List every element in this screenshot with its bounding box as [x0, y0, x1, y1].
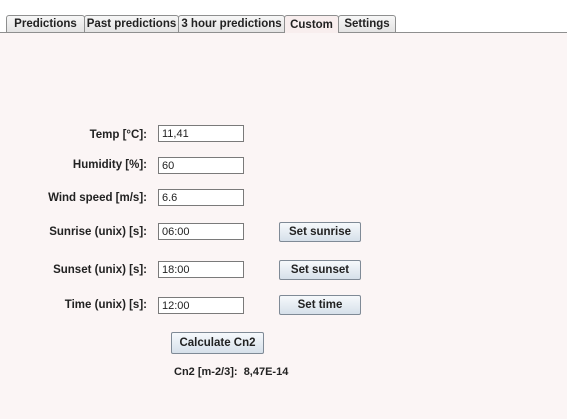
tab-custom[interactable]: Custom [284, 15, 339, 33]
custom-panel: Temp [°C]: Humidity [%]: Wind speed [m/s… [0, 32, 567, 419]
cn2-result-label: Cn2 [m-2/3]: [174, 366, 238, 378]
set-sunset-button[interactable]: Set sunset [279, 260, 361, 280]
tab-settings[interactable]: Settings [338, 15, 396, 32]
calculate-cn2-button[interactable]: Calculate Cn2 [171, 332, 264, 354]
sunset-field[interactable] [158, 261, 244, 278]
sunset-label: Sunset (unix) [s]: [53, 264, 147, 276]
sunrise-field[interactable] [158, 223, 244, 240]
cn2-result-value: 8,47E-14 [243, 366, 289, 378]
set-sunrise-button[interactable]: Set sunrise [279, 222, 361, 242]
tab-predictions[interactable]: Predictions [6, 15, 85, 32]
humidity-label: Humidity [%]: [72, 159, 147, 171]
humidity-field[interactable] [158, 157, 244, 174]
wind-speed-label: Wind speed [m/s]: [48, 192, 147, 204]
result-readout: Cn2 [m-2/3]: 8,47E-14 [174, 365, 288, 379]
wind-speed-field[interactable] [158, 189, 244, 206]
tab-bar: Predictions Past predictions 3 hour pred… [6, 15, 396, 33]
tab-past-predictions[interactable]: Past predictions [84, 15, 179, 32]
tab-3-hour-predictions[interactable]: 3 hour predictions [178, 15, 285, 32]
temp-label: Temp [°C]: [89, 129, 147, 141]
time-label: Time (unix) [s]: [64, 299, 147, 311]
temp-field[interactable] [158, 125, 244, 142]
sunrise-label: Sunrise (unix) [s]: [49, 226, 147, 238]
time-field[interactable] [158, 297, 244, 314]
set-time-button[interactable]: Set time [279, 295, 361, 315]
